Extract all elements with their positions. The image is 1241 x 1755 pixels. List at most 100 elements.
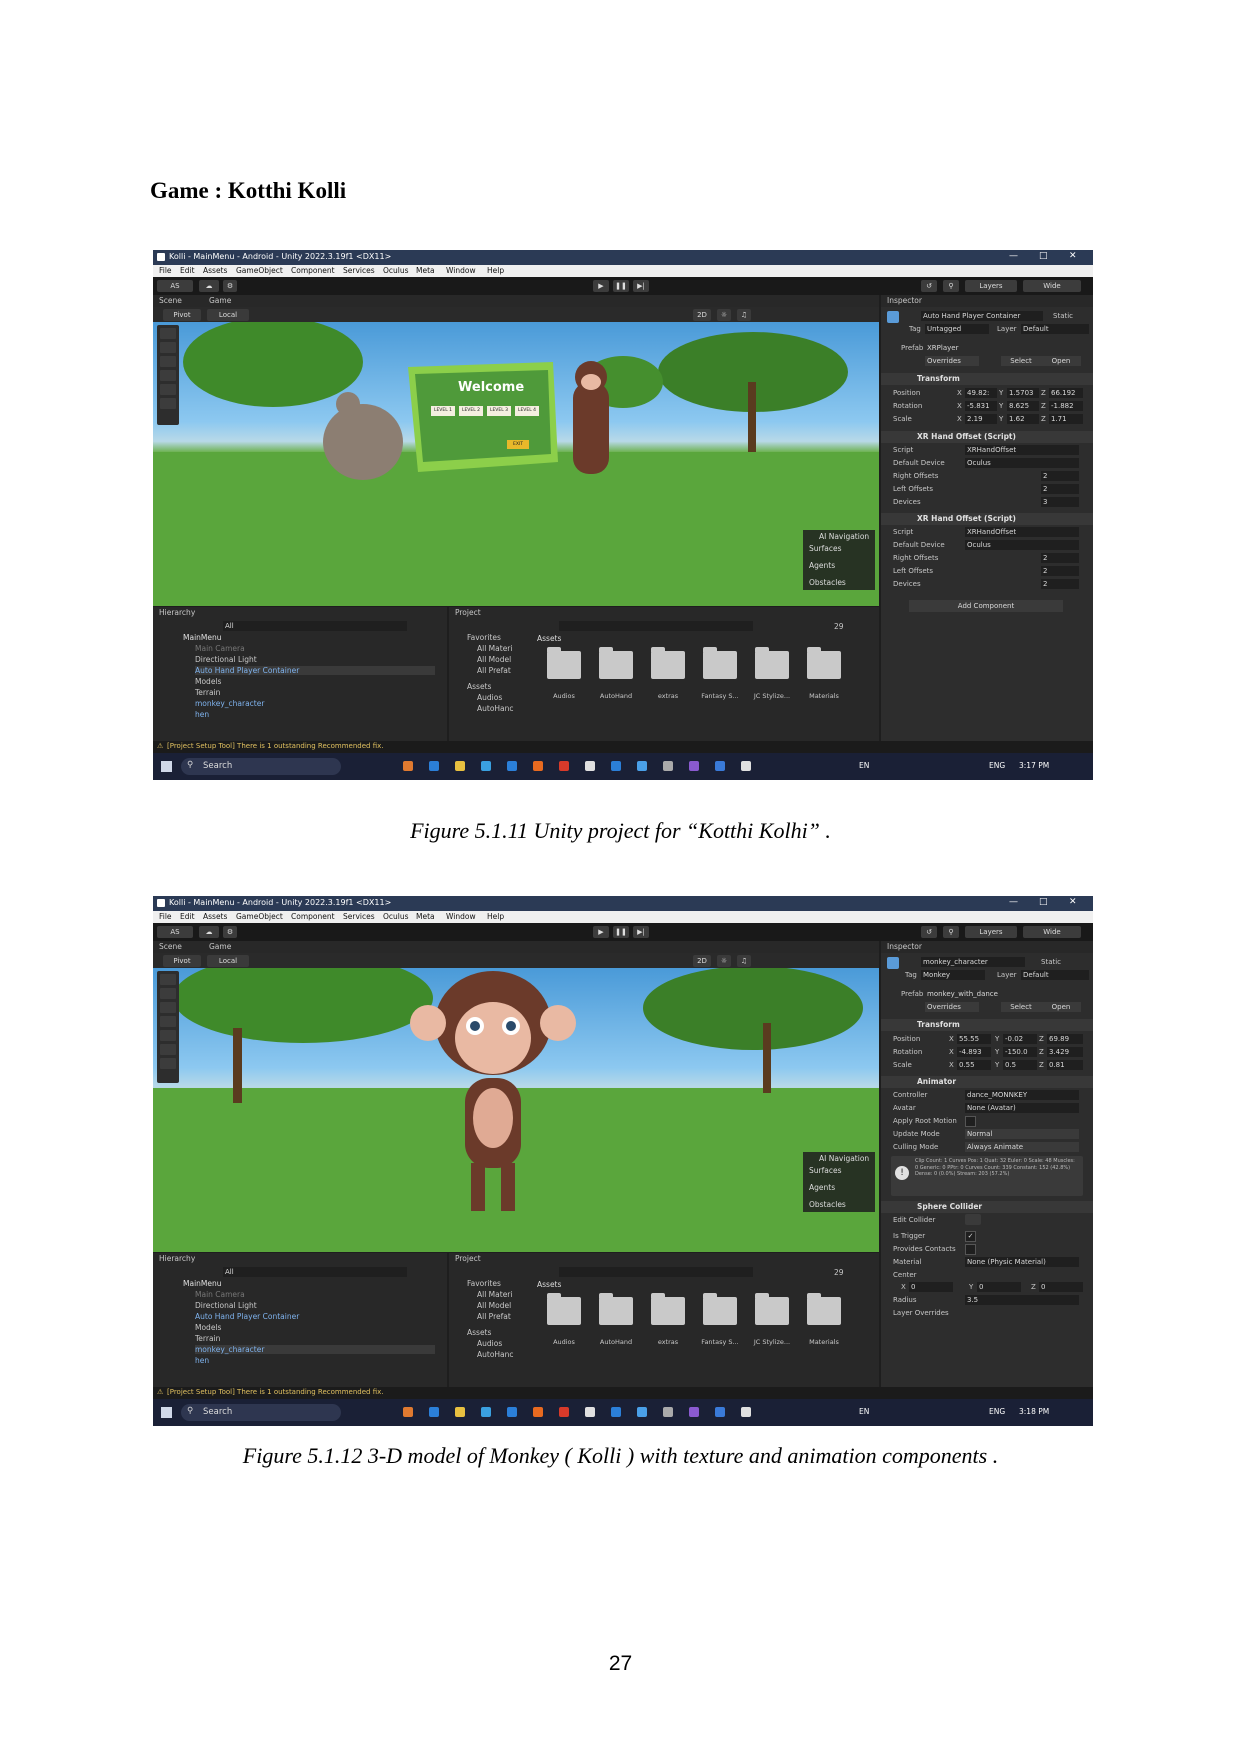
hierarchy-item[interactable]: Terrain	[195, 1334, 220, 1343]
project-search[interactable]	[559, 1267, 753, 1277]
center-x-field[interactable]: 0	[909, 1282, 953, 1292]
favorites-item[interactable]: All Materi	[477, 644, 512, 653]
edge-icon[interactable]	[429, 761, 439, 771]
prefab-field[interactable]: XRPlayer	[925, 343, 1079, 353]
devices-label[interactable]: Devices	[893, 498, 921, 506]
chrome-icon[interactable]	[585, 761, 595, 771]
folder-icon[interactable]	[547, 647, 581, 679]
rotation-x-field[interactable]: -5.831	[965, 401, 997, 411]
app-icon[interactable]	[689, 1407, 699, 1417]
menu-gameobject[interactable]: GameObject	[236, 266, 283, 275]
tab-hierarchy[interactable]: Hierarchy	[159, 1254, 195, 1263]
tab-game[interactable]: Game	[209, 296, 231, 305]
menu-file[interactable]: File	[159, 266, 172, 275]
terminal-icon[interactable]	[663, 1407, 673, 1417]
move-tool-icon[interactable]	[160, 342, 176, 353]
hierarchy-item[interactable]: Auto Hand Player Container	[195, 1312, 299, 1321]
hand-tool-icon[interactable]	[160, 328, 176, 339]
menu-edit[interactable]: Edit	[180, 266, 195, 275]
scale-tool-icon[interactable]	[160, 370, 176, 381]
layer-overrides-label[interactable]: Layer Overrides	[893, 1309, 949, 1317]
menu-assets[interactable]: Assets	[203, 266, 227, 275]
clock[interactable]: 3:17 PM	[1019, 761, 1049, 770]
ai-nav-agents[interactable]: Agents	[809, 561, 835, 570]
settings-icon[interactable]: ⚙	[223, 926, 237, 938]
hierarchy-item[interactable]: monkey_character	[195, 699, 264, 708]
transform-header[interactable]: Transform	[881, 373, 1093, 385]
ai-nav-obstacles[interactable]: Obstacles	[809, 1200, 846, 1209]
firefox-icon[interactable]	[533, 1407, 543, 1417]
menu-window[interactable]: Window	[446, 912, 476, 921]
overrides-dropdown[interactable]: Overrides	[925, 356, 979, 366]
tab-scene[interactable]: Scene	[159, 942, 182, 951]
settings-icon[interactable]: ⚙	[223, 280, 237, 292]
app-icon[interactable]	[689, 761, 699, 771]
file-explorer-icon[interactable]	[455, 1407, 465, 1417]
prefab-field[interactable]: monkey_with_dance	[925, 989, 1079, 999]
controller-field[interactable]: dance_MONNKEY	[965, 1090, 1079, 1100]
favorites-item[interactable]: All Model	[477, 655, 511, 664]
lang-indicator[interactable]: EN	[859, 1407, 869, 1416]
search-icon[interactable]: ⚲	[943, 280, 959, 292]
unity-icon[interactable]	[741, 761, 751, 771]
history-icon[interactable]: ↺	[921, 926, 937, 938]
folder-icon[interactable]	[651, 1293, 685, 1325]
left-offsets-label[interactable]: Left Offsets	[893, 485, 933, 493]
lighting-icon[interactable]: ☼	[717, 309, 731, 321]
tab-game[interactable]: Game	[209, 942, 231, 951]
rotation-y-field[interactable]: 8.625	[1007, 401, 1039, 411]
right-offsets-label[interactable]: Right Offsets	[893, 554, 938, 562]
transform-tool-icon[interactable]	[160, 1044, 176, 1055]
windows-start-icon[interactable]	[161, 1407, 172, 1418]
assets-tree-item[interactable]: Audios	[477, 693, 502, 702]
layer-dropdown[interactable]: Default	[1021, 324, 1089, 334]
scale-tool-icon[interactable]	[160, 1016, 176, 1027]
object-name-field[interactable]: monkey_character	[921, 957, 1025, 967]
folder-icon[interactable]	[755, 647, 789, 679]
minimize-icon[interactable]: —	[1009, 251, 1018, 261]
local-dropdown[interactable]: Local	[207, 309, 249, 321]
hierarchy-item[interactable]: hen	[195, 710, 209, 719]
provides-contacts-checkbox[interactable]	[965, 1244, 976, 1255]
animator-header[interactable]: Animator	[881, 1076, 1093, 1088]
audio-icon[interactable]: ♫	[737, 955, 751, 967]
exit-button[interactable]: EXIT	[507, 440, 529, 449]
menu-services[interactable]: Services	[343, 266, 375, 275]
position-y-field[interactable]: -0.02	[1003, 1034, 1037, 1044]
default-device-field[interactable]: Oculus	[965, 458, 1079, 468]
rect-tool-icon[interactable]	[160, 384, 176, 395]
menu-services[interactable]: Services	[343, 912, 375, 921]
store-icon[interactable]	[481, 761, 491, 771]
devices-label[interactable]: Devices	[893, 580, 921, 588]
favorites-item[interactable]: All Model	[477, 1301, 511, 1310]
play-button[interactable]: ▶	[593, 280, 609, 292]
scene-root[interactable]: MainMenu	[183, 1279, 222, 1288]
prefab-open-button[interactable]: Open	[1041, 1002, 1081, 1012]
file-explorer-icon[interactable]	[455, 761, 465, 771]
left-offsets-count[interactable]: 2	[1041, 484, 1079, 494]
default-device-field[interactable]: Oculus	[965, 540, 1079, 550]
close-icon[interactable]: ✕	[1069, 897, 1077, 907]
radius-field[interactable]: 3.5	[965, 1295, 1079, 1305]
layout-dropdown[interactable]: Wide	[1023, 926, 1081, 938]
static-toggle-label[interactable]: Static	[1041, 958, 1061, 966]
rotation-z-field[interactable]: 3.429	[1047, 1047, 1083, 1057]
tab-project[interactable]: Project	[455, 1254, 481, 1263]
transform-tool-icon[interactable]	[160, 398, 176, 409]
mode-2d-button[interactable]: 2D	[693, 309, 711, 321]
layer-dropdown[interactable]: Default	[1021, 970, 1089, 980]
right-offsets-count[interactable]: 2	[1041, 553, 1079, 563]
menu-oculus[interactable]: Oculus	[383, 266, 409, 275]
component-header[interactable]: XR Hand Offset (Script)	[881, 513, 1093, 525]
move-tool-icon[interactable]	[160, 988, 176, 999]
store-icon[interactable]	[481, 1407, 491, 1417]
menu-file[interactable]: File	[159, 912, 172, 921]
pause-button[interactable]: ❚❚	[613, 280, 629, 292]
terminal-icon[interactable]	[663, 761, 673, 771]
scene-view[interactable]: AI Navigation Surfaces Agents Obstacles	[153, 968, 879, 1252]
position-y-field[interactable]: 1.5703	[1007, 388, 1039, 398]
hierarchy-item[interactable]: Main Camera	[195, 1290, 245, 1299]
assets-tree-item[interactable]: AutoHanc	[477, 1350, 514, 1359]
menu-meta[interactable]: Meta	[416, 266, 435, 275]
project-search[interactable]	[559, 621, 753, 631]
